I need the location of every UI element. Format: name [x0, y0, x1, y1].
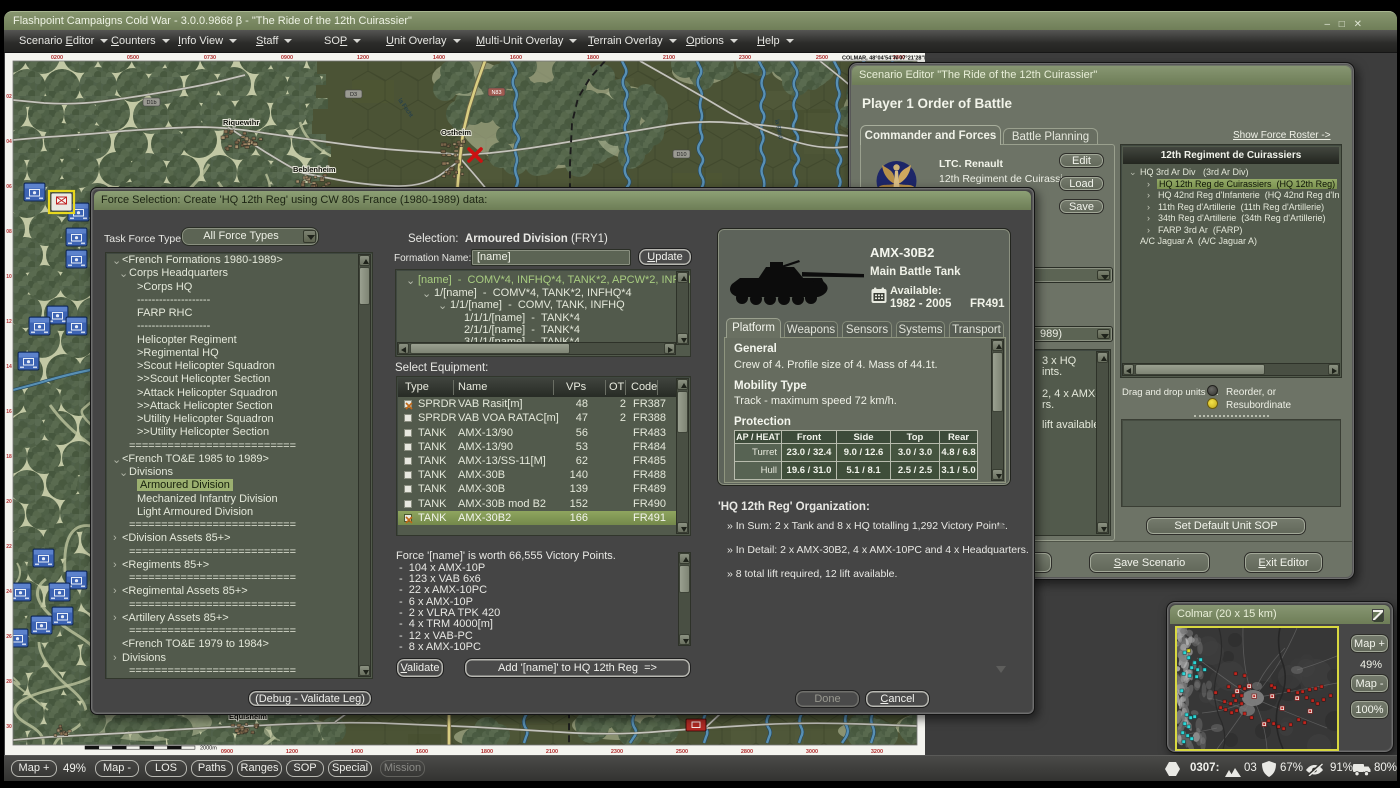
- svg-text:08: 08: [6, 229, 12, 235]
- svg-text:16: 16: [6, 409, 12, 415]
- svg-text:COLMAR, 48°04’54"N 07°21’28"E: COLMAR, 48°04’54"N 07°21’28"E: [842, 56, 925, 62]
- svg-text:0500: 0500: [127, 55, 139, 61]
- svg-text:2000m: 2000m: [200, 746, 217, 752]
- svg-text:Riquewihr: Riquewihr: [223, 118, 259, 127]
- svg-text:20: 20: [6, 499, 12, 505]
- svg-text:0900: 0900: [281, 55, 293, 61]
- svg-text:26: 26: [6, 634, 12, 640]
- svg-text:Ostheim: Ostheim: [441, 128, 471, 137]
- svg-text:Beblenheim: Beblenheim: [293, 165, 336, 174]
- svg-text:2100: 2100: [663, 55, 675, 61]
- svg-text:1600: 1600: [510, 55, 522, 61]
- svg-text:10: 10: [6, 274, 12, 280]
- svg-text:30: 30: [6, 724, 12, 730]
- svg-text:D10: D10: [676, 152, 686, 158]
- svg-text:D1b: D1b: [146, 100, 156, 106]
- svg-text:18: 18: [6, 454, 12, 460]
- svg-text:2300: 2300: [739, 55, 751, 61]
- svg-text:1200: 1200: [357, 55, 369, 61]
- svg-text:14: 14: [6, 364, 12, 370]
- svg-text:12: 12: [6, 319, 12, 325]
- svg-text:22: 22: [6, 544, 12, 550]
- svg-text:28: 28: [6, 679, 12, 685]
- svg-text:04: 04: [6, 139, 12, 145]
- svg-text:06: 06: [6, 184, 12, 190]
- svg-text:D3: D3: [350, 92, 357, 98]
- svg-text:0730: 0730: [204, 55, 216, 61]
- svg-text:1400: 1400: [433, 55, 445, 61]
- svg-text:2500: 2500: [816, 55, 828, 61]
- svg-text:N83: N83: [491, 90, 501, 96]
- svg-text:24: 24: [6, 589, 12, 595]
- svg-text:02: 02: [6, 94, 12, 100]
- svg-text:0200: 0200: [51, 55, 63, 61]
- svg-text:1800: 1800: [587, 55, 599, 61]
